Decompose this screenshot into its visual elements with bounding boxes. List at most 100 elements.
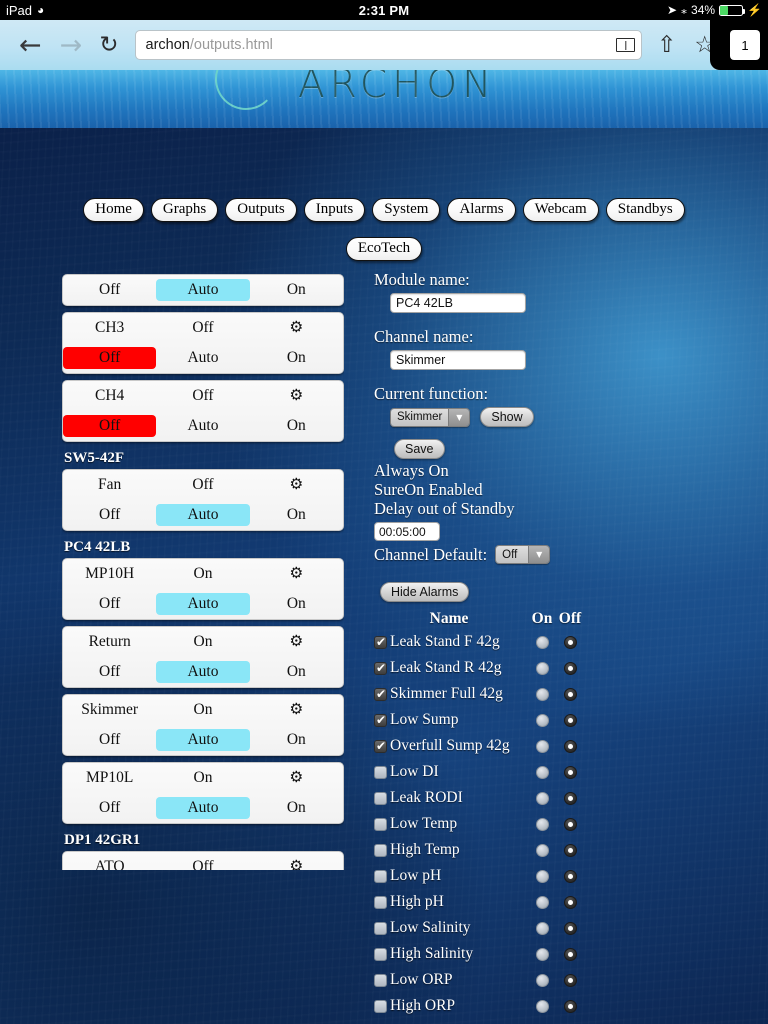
alarm-on-radio[interactable] — [535, 661, 549, 675]
alarm-on-radio[interactable] — [535, 635, 549, 649]
mode-button-auto[interactable]: Auto — [156, 729, 250, 751]
mode-button-auto[interactable]: Auto — [156, 347, 249, 369]
alarm-enable-checkbox[interactable] — [374, 687, 387, 701]
alarm-enable-checkbox[interactable] — [374, 817, 387, 831]
channel-card[interactable]: CH3 Off ⚙ Off Auto On — [62, 312, 344, 374]
channel-card[interactable]: MP10L On ⚙ Off Auto On — [62, 762, 344, 824]
hide-alarms-button[interactable]: Hide Alarms — [380, 582, 470, 602]
alarm-on-radio[interactable] — [535, 765, 549, 779]
mode-button-auto[interactable]: Auto — [156, 504, 250, 526]
alarm-on-radio[interactable] — [535, 713, 549, 727]
mode-button-off[interactable]: Off — [63, 661, 156, 683]
alarm-on-radio[interactable] — [535, 687, 549, 701]
alarm-off-radio[interactable] — [563, 869, 577, 883]
nav-link-outputs[interactable]: Outputs — [225, 198, 297, 223]
alarm-off-radio[interactable] — [563, 947, 577, 961]
mode-button-off[interactable]: Off — [63, 415, 157, 437]
alarm-enable-checkbox[interactable] — [374, 635, 387, 649]
alarm-off-radio[interactable] — [563, 921, 577, 935]
alarm-on-radio[interactable] — [535, 739, 549, 753]
current-function-select[interactable]: Skimmer ▼ — [390, 407, 471, 427]
mode-button-on[interactable]: On — [250, 729, 343, 751]
channel-list[interactable]: Off Auto On CH3 Off ⚙ Off Auto On CH4 Off ⚙ Off Auto O… — [62, 274, 344, 870]
alarm-enable-checkbox[interactable] — [374, 843, 387, 857]
alarm-on-radio[interactable] — [535, 921, 549, 935]
alarm-on-radio[interactable] — [535, 869, 549, 883]
mode-button-on[interactable]: On — [250, 347, 343, 369]
alarm-enable-checkbox[interactable] — [374, 739, 387, 753]
mode-button-off[interactable]: Off — [63, 797, 156, 819]
alarm-enable-checkbox[interactable] — [374, 973, 387, 987]
nav-link-system[interactable]: System — [372, 198, 441, 223]
alarm-enable-checkbox[interactable] — [374, 895, 387, 909]
alarm-on-radio[interactable] — [535, 843, 549, 857]
alarm-off-radio[interactable] — [563, 687, 577, 701]
mode-button-on[interactable]: On — [250, 415, 343, 437]
alarm-on-radio[interactable] — [535, 947, 549, 961]
delay-out-of-standby-input[interactable]: 00:05:00 — [374, 522, 440, 541]
alarm-off-radio[interactable] — [563, 973, 577, 987]
alarm-enable-checkbox[interactable] — [374, 869, 387, 883]
alarm-on-radio[interactable] — [535, 817, 549, 831]
nav-link-alarms[interactable]: Alarms — [447, 198, 516, 223]
gear-icon[interactable]: ⚙ — [250, 320, 343, 336]
mode-button-on[interactable]: On — [250, 797, 343, 819]
mode-button-on[interactable]: On — [250, 593, 343, 615]
alarm-off-radio[interactable] — [563, 765, 577, 779]
alarm-off-radio[interactable] — [563, 739, 577, 753]
mode-button-off[interactable]: Off — [63, 279, 156, 301]
gear-icon[interactable]: ⚙ — [250, 702, 343, 718]
alarm-enable-checkbox[interactable] — [374, 791, 387, 805]
tab-count-button[interactable]: 1 — [730, 30, 760, 60]
alarm-off-radio[interactable] — [563, 713, 577, 727]
back-arrow-icon[interactable]: ← — [10, 32, 51, 59]
forward-arrow-icon[interactable]: → — [51, 32, 92, 59]
mode-button-auto[interactable]: Auto — [156, 593, 250, 615]
alarm-enable-checkbox[interactable] — [374, 947, 387, 961]
reader-view-icon[interactable] — [616, 38, 636, 52]
nav-link-webcam[interactable]: Webcam — [522, 198, 599, 223]
alarm-enable-checkbox[interactable] — [374, 713, 387, 727]
channel-card[interactable]: Skimmer On ⚙ Off Auto On — [62, 694, 344, 756]
channel-card[interactable]: Fan Off ⚙ Off Auto On — [62, 469, 344, 531]
nav-link-inputs[interactable]: Inputs — [303, 198, 366, 223]
gear-icon[interactable]: ⚙ — [250, 859, 343, 870]
mode-button-off[interactable]: Off — [63, 347, 157, 369]
mode-button-off[interactable]: Off — [63, 504, 156, 526]
alarm-enable-checkbox[interactable] — [374, 661, 387, 675]
nav-link-ecotech[interactable]: EcoTech — [345, 237, 423, 262]
nav-link-standbys[interactable]: Standbys — [605, 198, 685, 223]
alarm-enable-checkbox[interactable] — [374, 921, 387, 935]
mode-button-auto[interactable]: Auto — [156, 661, 250, 683]
channel-default-select[interactable]: Off ▼ — [495, 545, 551, 564]
alarm-off-radio[interactable] — [563, 999, 577, 1013]
channel-card[interactable]: Return On ⚙ Off Auto On — [62, 626, 344, 688]
alarm-off-radio[interactable] — [563, 635, 577, 649]
module-name-input[interactable]: PC4 42LB — [390, 293, 526, 313]
mode-button-on[interactable]: On — [250, 661, 343, 683]
gear-icon[interactable]: ⚙ — [250, 388, 343, 404]
channel-card-partial[interactable]: Off Auto On — [62, 274, 344, 306]
alarm-enable-checkbox[interactable] — [374, 999, 387, 1013]
channel-card[interactable]: CH4 Off ⚙ Off Auto On — [62, 380, 344, 442]
alarm-on-radio[interactable] — [535, 999, 549, 1013]
channel-card[interactable]: MP10H On ⚙ Off Auto On — [62, 558, 344, 620]
alarm-off-radio[interactable] — [563, 661, 577, 675]
nav-link-home[interactable]: Home — [83, 198, 144, 223]
alarm-off-radio[interactable] — [563, 791, 577, 805]
save-button[interactable]: Save — [394, 439, 445, 459]
mode-button-on[interactable]: On — [250, 279, 343, 301]
alarm-on-radio[interactable] — [535, 973, 549, 987]
channel-card[interactable]: ATOOff⚙OffAutoOn — [62, 851, 344, 870]
alarm-on-radio[interactable] — [535, 895, 549, 909]
gear-icon[interactable]: ⚙ — [250, 477, 343, 493]
alarm-off-radio[interactable] — [563, 817, 577, 831]
mode-button-auto[interactable]: Auto — [156, 279, 250, 301]
gear-icon[interactable]: ⚙ — [250, 566, 343, 582]
gear-icon[interactable]: ⚙ — [250, 634, 343, 650]
mode-button-on[interactable]: On — [250, 504, 343, 526]
mode-button-auto[interactable]: Auto — [156, 415, 249, 437]
show-button[interactable]: Show — [480, 407, 534, 427]
nav-link-graphs[interactable]: Graphs — [150, 198, 219, 223]
mode-button-off[interactable]: Off — [63, 593, 156, 615]
